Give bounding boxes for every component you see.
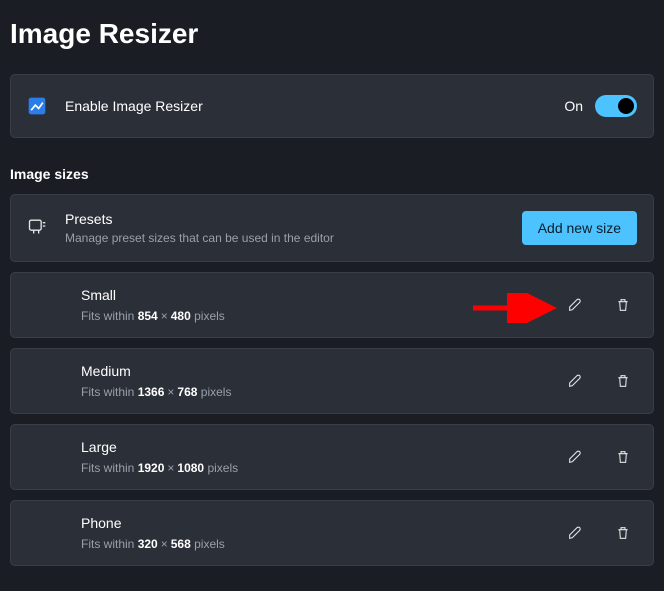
size-desc: Fits within 1920×1080 pixels	[81, 461, 238, 475]
size-row-medium: Medium Fits within 1366×768 pixels	[10, 348, 654, 414]
size-name: Small	[81, 287, 225, 303]
size-row-small: Small Fits within 854×480 pixels	[10, 272, 654, 338]
size-desc: Fits within 854×480 pixels	[81, 309, 225, 323]
toggle-knob	[618, 98, 634, 114]
presets-title: Presets	[65, 211, 334, 227]
enable-card: Enable Image Resizer On	[10, 74, 654, 138]
size-name: Medium	[81, 363, 231, 379]
image-sizes-section-label: Image sizes	[10, 166, 654, 182]
size-desc: Fits within 1366×768 pixels	[81, 385, 231, 399]
delete-button-medium[interactable]	[613, 371, 633, 391]
presets-card: Presets Manage preset sizes that can be …	[10, 194, 654, 262]
presets-description: Manage preset sizes that can be used in …	[65, 231, 334, 245]
delete-button-large[interactable]	[613, 447, 633, 467]
edit-button-phone[interactable]	[565, 523, 585, 543]
add-new-size-button[interactable]: Add new size	[522, 211, 637, 245]
size-row-large: Large Fits within 1920×1080 pixels	[10, 424, 654, 490]
edit-button-medium[interactable]	[565, 371, 585, 391]
size-desc: Fits within 320×568 pixels	[81, 537, 225, 551]
enable-label: Enable Image Resizer	[65, 98, 564, 114]
size-name: Large	[81, 439, 238, 455]
presets-icon	[27, 216, 47, 241]
delete-button-small[interactable]	[613, 295, 633, 315]
image-resizer-app-icon	[27, 96, 47, 116]
page-title: Image Resizer	[0, 0, 664, 74]
delete-button-phone[interactable]	[613, 523, 633, 543]
edit-button-small[interactable]	[565, 295, 585, 315]
enable-toggle[interactable]	[595, 95, 637, 117]
size-name: Phone	[81, 515, 225, 531]
edit-button-large[interactable]	[565, 447, 585, 467]
size-row-phone: Phone Fits within 320×568 pixels	[10, 500, 654, 566]
toggle-state-label: On	[564, 98, 583, 114]
annotation-arrow-icon	[473, 293, 563, 323]
